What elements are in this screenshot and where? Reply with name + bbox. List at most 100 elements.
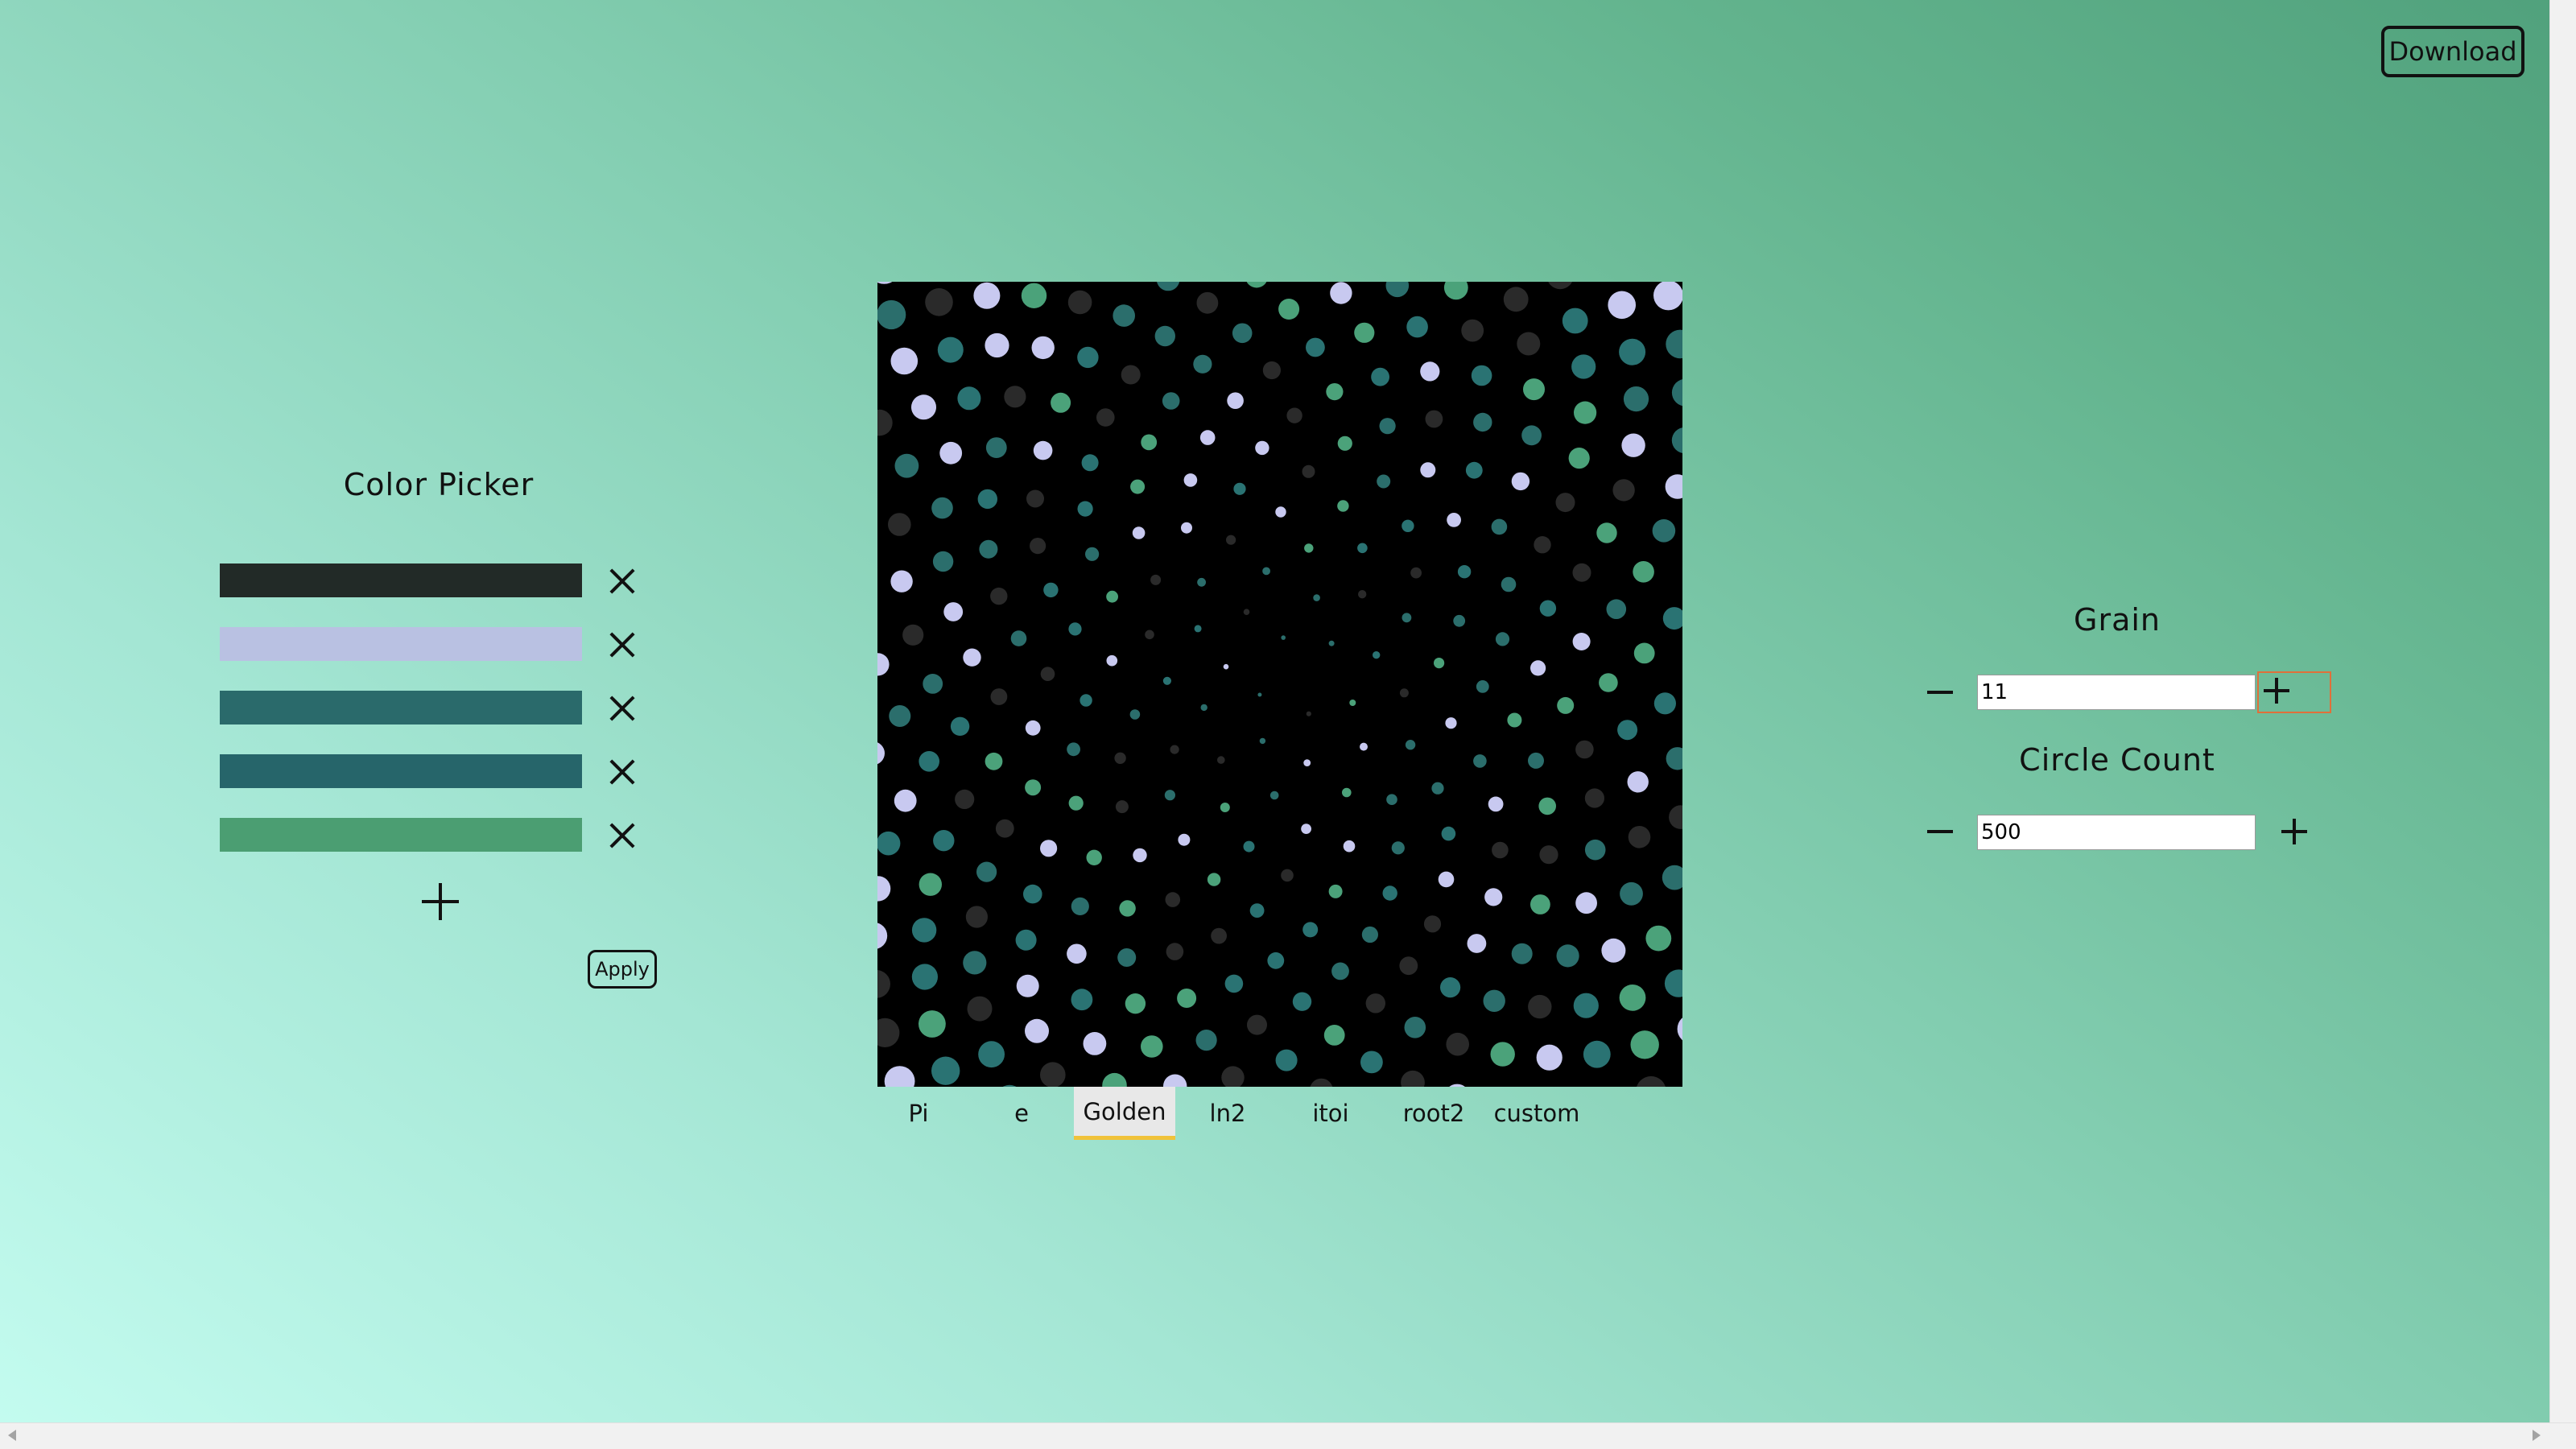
spiral-dot (1548, 282, 1573, 290)
spiral-dot (1653, 692, 1676, 715)
spiral-dot (1085, 547, 1100, 561)
spiral-dot (1227, 392, 1244, 409)
spiral-dot (1379, 418, 1396, 435)
vertical-scrollbar[interactable] (2549, 0, 2576, 1423)
spiral-dot (1511, 943, 1533, 964)
spiral-dot (877, 876, 891, 902)
spiral-dot (1573, 993, 1599, 1018)
spiral-dot (1195, 1030, 1217, 1051)
spiral-dot (877, 923, 888, 949)
color-swatch-2[interactable] (220, 627, 582, 661)
spiral-dot (1599, 673, 1618, 692)
spiral-dot (889, 705, 911, 727)
spiral-dot (1434, 658, 1445, 669)
spiral-dot (1371, 367, 1389, 386)
spiral-dot (1199, 430, 1216, 445)
spiral-dot (1033, 440, 1053, 460)
spiral-dot (1181, 522, 1192, 534)
spiral-dot (1224, 974, 1244, 993)
spiral-dot (1557, 696, 1575, 714)
scroll-left-icon[interactable] (8, 1430, 16, 1441)
grain-plus-icon[interactable] (2257, 671, 2331, 713)
color-swatch-3[interactable] (220, 691, 582, 724)
spiral-dot (1662, 607, 1682, 630)
spiral-dot (877, 299, 906, 330)
scroll-right-icon[interactable] (2533, 1430, 2541, 1441)
spiral-dot (1115, 800, 1129, 814)
spiral-dot (1645, 925, 1672, 952)
spiral-dot (1004, 386, 1026, 408)
tab-ln2[interactable]: ln2 (1177, 1087, 1278, 1140)
spiral-dot (1583, 1040, 1611, 1068)
spiral-dot (1304, 543, 1314, 553)
spiral-dot (919, 873, 942, 896)
tab-itoi[interactable]: itoi (1280, 1087, 1381, 1140)
spiral-dot (1484, 888, 1503, 906)
spiral-dot (977, 489, 997, 510)
remove-color-icon[interactable] (606, 565, 638, 597)
spiral-dot (1539, 845, 1558, 865)
spiral-dot (1183, 473, 1198, 487)
spiral-dot (1081, 454, 1099, 472)
circle-count-input[interactable] (1977, 815, 2256, 850)
spiral-dot (1337, 500, 1349, 512)
spiral-dot (990, 688, 1008, 705)
remove-color-icon[interactable] (606, 756, 638, 788)
spiral-dot (965, 906, 988, 928)
tab-root2[interactable]: root2 (1383, 1087, 1484, 1140)
spiral-dot (1399, 956, 1418, 976)
tab-pi[interactable]: Pi (868, 1087, 969, 1140)
spiral-dot (1010, 630, 1027, 646)
spiral-dot (1262, 567, 1270, 576)
spiral-dot (1133, 848, 1147, 863)
spiral-dot (1337, 436, 1352, 451)
tab-custom[interactable]: custom (1486, 1087, 1587, 1140)
spiral-dot (1443, 282, 1468, 300)
color-swatch-4[interactable] (220, 754, 582, 788)
spiral-dot (1441, 826, 1456, 841)
tab-golden[interactable]: Golden (1074, 1087, 1175, 1140)
spiral-dot (1154, 325, 1175, 347)
spiral-dot (976, 861, 997, 882)
remove-color-icon[interactable] (606, 629, 638, 661)
spiral-dot (1026, 489, 1044, 508)
spiral-dot (1323, 1025, 1345, 1046)
spiral-dot (1357, 543, 1368, 554)
grain-minus-icon[interactable] (1922, 675, 1958, 710)
spiral-dot (1652, 519, 1676, 543)
spiral-dot (1612, 479, 1635, 502)
spiral-dot (931, 497, 953, 519)
spiral-dot (1306, 337, 1325, 357)
horizontal-scrollbar[interactable] (0, 1422, 2576, 1449)
spiral-dot (923, 674, 943, 694)
spiral-dot (1342, 787, 1352, 798)
spiral-canvas[interactable] (877, 282, 1682, 1087)
color-swatch-1[interactable] (220, 564, 582, 597)
spiral-dot (1405, 740, 1416, 750)
spiral-dot (1067, 290, 1092, 315)
spiral-dot (1083, 1032, 1107, 1055)
grain-input[interactable] (1977, 675, 2256, 710)
spiral-dot (985, 752, 1003, 770)
add-color-icon[interactable] (420, 881, 460, 922)
spiral-dot (1302, 922, 1319, 938)
spiral-dot (1220, 803, 1230, 812)
spiral-dot (1221, 1066, 1245, 1087)
spiral-dot (1301, 824, 1311, 834)
spiral-dot (1382, 886, 1397, 901)
color-swatch-5[interactable] (220, 818, 582, 852)
spiral-dot (1278, 299, 1300, 320)
spiral-dot (957, 386, 981, 411)
color-picker-title: Color Picker (343, 467, 535, 502)
circle-count-minus-icon[interactable] (1922, 814, 1958, 849)
spiral-dot (1373, 651, 1381, 659)
tab-e[interactable]: e (971, 1087, 1072, 1140)
spiral-dot (877, 282, 893, 284)
remove-color-icon[interactable] (606, 692, 638, 724)
spiral-dot (1330, 282, 1352, 304)
download-button[interactable]: Download (2381, 26, 2524, 77)
apply-button[interactable]: Apply (588, 950, 657, 989)
spiral-dot (1177, 989, 1197, 1008)
circle-count-plus-icon[interactable] (2277, 814, 2312, 849)
remove-color-icon[interactable] (606, 819, 638, 852)
